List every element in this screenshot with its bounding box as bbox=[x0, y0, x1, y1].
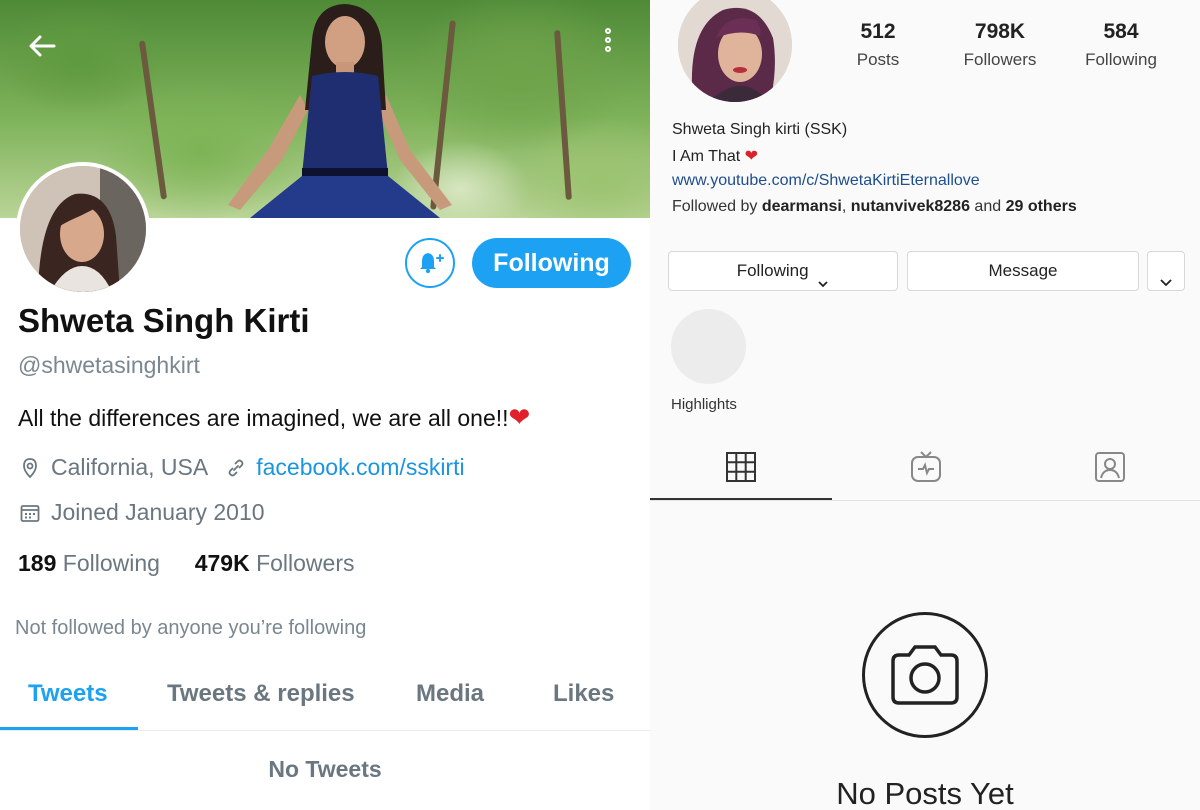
ig-stat-value: 584 bbox=[1103, 20, 1139, 43]
ig-stat-label: Posts bbox=[856, 50, 900, 69]
igtv-icon[interactable] bbox=[909, 450, 943, 484]
ig-empty-state: No Posts Yet bbox=[836, 776, 1014, 810]
calendar-icon bbox=[18, 501, 42, 525]
profile-location: California, USA bbox=[51, 454, 209, 480]
followers-count-label: Followers bbox=[256, 550, 355, 576]
ig-stat-label: Following bbox=[1085, 50, 1157, 69]
tab-media[interactable]: Media bbox=[416, 680, 484, 708]
grid-icon[interactable] bbox=[724, 450, 758, 484]
ig-stat-value: 512 bbox=[860, 20, 896, 43]
instagram-profile-panel: 512 Posts 798K Followers 584 Following S… bbox=[650, 0, 1200, 810]
ig-stat-followers[interactable]: 798K Followers bbox=[950, 20, 1050, 70]
tagged-icon[interactable] bbox=[1093, 450, 1127, 484]
following-count: 189 bbox=[18, 550, 57, 576]
not-followed-notice: Not followed by anyone you’re following bbox=[15, 617, 367, 639]
ig-website-link[interactable]: www.youtube.com/c/ShwetaKirtiEternallove bbox=[672, 172, 980, 190]
heart-emoji: ❤ bbox=[508, 402, 531, 432]
ig-stat-value: 798K bbox=[974, 20, 1026, 43]
profile-handle: @shwetasinghkirt bbox=[18, 352, 200, 378]
location-icon bbox=[18, 456, 42, 480]
heart-emoji: ❤ bbox=[744, 148, 759, 165]
bio-text: All the differences are imagined, we are… bbox=[18, 405, 509, 431]
profile-website-link[interactable]: facebook.com/sskirti bbox=[256, 454, 464, 481]
back-arrow-icon[interactable] bbox=[26, 30, 58, 62]
ig-bio: I Am That ❤ bbox=[672, 146, 758, 166]
ig-stat-following[interactable]: 584 Following bbox=[1074, 20, 1168, 70]
followed-by-others[interactable]: 29 others bbox=[1006, 198, 1077, 215]
camera-icon bbox=[862, 612, 988, 738]
link-icon bbox=[224, 456, 248, 480]
profile-display-name: Shweta Singh Kirti bbox=[18, 302, 310, 339]
followed-by-and: and bbox=[974, 198, 1002, 215]
chevron-down-icon bbox=[817, 266, 829, 287]
avatar[interactable] bbox=[16, 162, 150, 296]
ig-followed-by: Followed by dearmansi, nutanvivek8286 an… bbox=[672, 198, 1077, 216]
ig-profile-name: Shweta Singh kirti (SSK) bbox=[672, 121, 848, 138]
notification-bell-icon[interactable] bbox=[405, 238, 455, 288]
profile-joined-date: Joined January 2010 bbox=[51, 499, 265, 525]
ig-following-label: Following bbox=[736, 261, 809, 280]
following-count-label: Following bbox=[62, 550, 160, 576]
tab-likes[interactable]: Likes bbox=[553, 680, 614, 708]
ig-highlight-placeholder[interactable] bbox=[671, 309, 746, 384]
ig-following-button[interactable]: Following bbox=[668, 251, 898, 291]
following-count-link[interactable]: 189 Following bbox=[18, 550, 160, 576]
empty-state-message: No Tweets bbox=[268, 756, 382, 782]
ig-tab-divider bbox=[650, 500, 1200, 501]
ig-message-button[interactable]: Message bbox=[907, 251, 1139, 291]
followers-count: 479K bbox=[194, 550, 250, 576]
followed-by-user[interactable]: dearmansi bbox=[762, 198, 842, 215]
tab-tweets[interactable]: Tweets bbox=[28, 680, 108, 708]
ig-avatar[interactable] bbox=[678, 0, 792, 102]
ig-bio-text: I Am That bbox=[672, 148, 741, 165]
followed-by-user[interactable]: nutanvivek8286 bbox=[851, 198, 970, 215]
profile-tab-bar: Tweets Tweets & replies Media Likes bbox=[0, 670, 650, 730]
tab-tweets-replies[interactable]: Tweets & replies bbox=[167, 680, 355, 708]
profile-bio: All the differences are imagined, we are… bbox=[18, 402, 530, 433]
followed-by-prefix: Followed by bbox=[672, 198, 758, 215]
ig-suggested-toggle[interactable] bbox=[1147, 251, 1185, 291]
profile-meta-row: California, USA facebook.com/sskirti bbox=[18, 454, 465, 481]
profile-follow-counts: 189 Following 479K Followers bbox=[18, 550, 355, 577]
followers-count-link[interactable]: 479K Followers bbox=[195, 550, 355, 576]
ig-stat-posts: 512 Posts bbox=[848, 20, 908, 70]
following-button[interactable]: Following bbox=[472, 238, 631, 288]
ig-highlights-label: Highlights bbox=[671, 396, 737, 413]
profile-joined-row: Joined January 2010 bbox=[18, 499, 265, 526]
ig-stat-label: Followers bbox=[963, 50, 1037, 69]
tab-divider bbox=[0, 730, 650, 731]
chevron-down-icon bbox=[1159, 265, 1173, 286]
twitter-profile-panel: Following Shweta Singh Kirti @shwetasing… bbox=[0, 0, 650, 810]
more-options-icon[interactable] bbox=[598, 28, 618, 66]
followed-by-separator: , bbox=[841, 198, 847, 215]
